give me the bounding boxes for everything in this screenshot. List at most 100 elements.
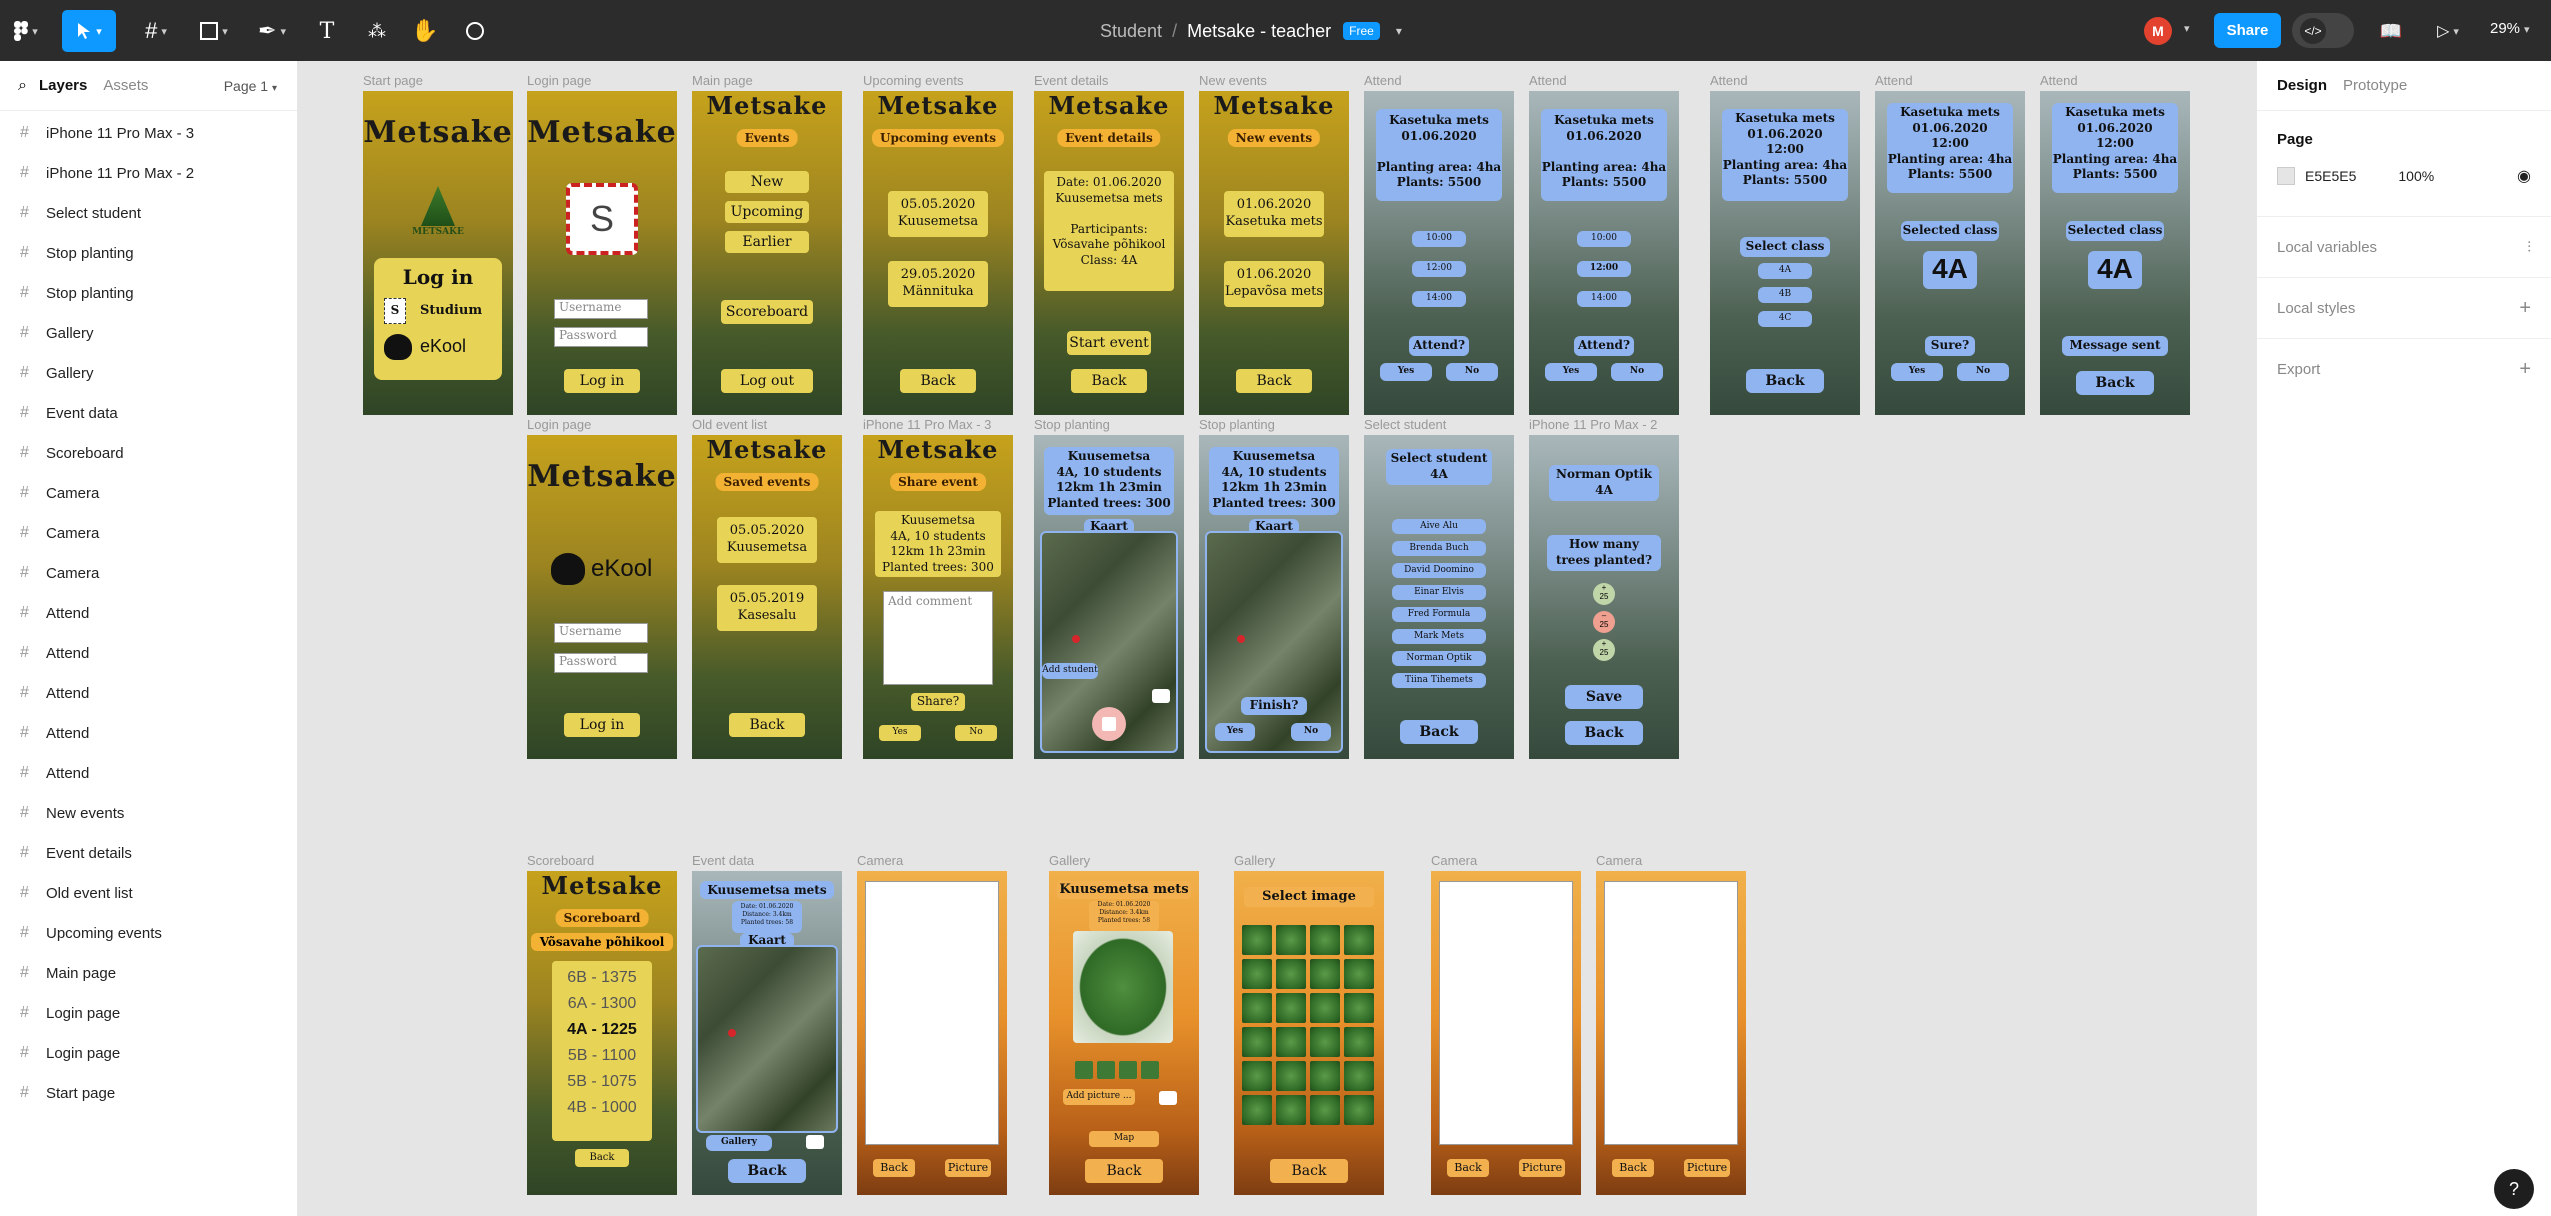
picture-button[interactable]: Picture — [945, 1159, 991, 1177]
image-thumbnail[interactable] — [1276, 1095, 1306, 1125]
file-name[interactable]: Metsake - teacher — [1187, 21, 1331, 42]
image-thumbnail[interactable] — [1344, 1095, 1374, 1125]
back-button[interactable]: Back — [1085, 1159, 1163, 1183]
student-option[interactable]: Norman Optik — [1392, 651, 1486, 666]
image-thumbnail[interactable] — [1242, 993, 1272, 1023]
layer-item[interactable]: # Start page — [0, 1073, 297, 1113]
back-button[interactable]: Back — [1236, 369, 1312, 393]
student-option[interactable]: Brenda Buch — [1392, 541, 1486, 556]
back-button[interactable]: Back — [2076, 371, 2154, 395]
frame-share-event[interactable]: iPhone 11 Pro Max - 3 Metsake Share even… — [863, 417, 1013, 759]
no-button[interactable]: No — [1291, 723, 1331, 741]
image-thumbnail[interactable] — [1310, 1095, 1340, 1125]
no-button[interactable]: No — [1957, 363, 2009, 381]
event-item[interactable]: 01.06.2020 Lepavõsa mets — [1224, 261, 1324, 307]
frame-event-data[interactable]: Event data Kuusemetsa mets Date: 01.06.2… — [692, 853, 842, 1195]
earlier-events-button[interactable]: Earlier — [725, 231, 809, 253]
help-button[interactable]: ? — [2494, 1169, 2534, 1209]
yes-button[interactable]: Yes — [1545, 363, 1597, 381]
shape-tool-button[interactable]: ▾ — [194, 16, 234, 46]
image-thumbnail[interactable] — [1242, 925, 1272, 955]
picture-button[interactable]: Picture — [1519, 1159, 1565, 1177]
layer-item[interactable]: # Attend — [0, 753, 297, 793]
frame-stop-planting-2[interactable]: Stop planting Kuusemetsa 4A, 10 students… — [1199, 417, 1349, 759]
image-thumbnail[interactable] — [1242, 1095, 1272, 1125]
image-thumbnail[interactable] — [1344, 925, 1374, 955]
picture-button[interactable]: Picture — [1684, 1159, 1730, 1177]
image-thumbnail[interactable] — [1310, 1027, 1340, 1057]
map-view[interactable] — [1205, 531, 1343, 753]
layer-item[interactable]: # Login page — [0, 1033, 297, 1073]
image-thumbnail[interactable] — [1310, 959, 1340, 989]
variables-icon[interactable]: ⫶ — [2527, 239, 2531, 256]
image-thumbnail[interactable] — [1276, 993, 1306, 1023]
back-button[interactable]: Back — [1071, 369, 1147, 393]
thumbnail[interactable] — [1141, 1061, 1159, 1079]
ekool-login-button[interactable]: eKool — [384, 334, 502, 360]
no-button[interactable]: No — [955, 725, 997, 741]
layer-item[interactable]: # Gallery — [0, 313, 297, 353]
class-option[interactable]: 4A — [1758, 263, 1812, 279]
camera-icon[interactable] — [806, 1135, 824, 1149]
event-item[interactable]: 05.05.2020 Kuusemetsa — [717, 517, 817, 563]
layer-item[interactable]: # Camera — [0, 513, 297, 553]
frame-gallery-2[interactable]: Gallery Select image Back — [1234, 853, 1384, 1195]
back-button[interactable]: Back — [1612, 1159, 1654, 1177]
image-thumbnail[interactable] — [1276, 925, 1306, 955]
layer-item[interactable]: # Attend — [0, 633, 297, 673]
dev-mode-toggle[interactable]: </> — [2292, 13, 2354, 48]
frame-camera-3[interactable]: Camera Back Picture — [1596, 853, 1746, 1195]
frame-attend-1[interactable]: Attend Kasetuka mets 01.06.2020 Planting… — [1364, 73, 1514, 415]
logout-button[interactable]: Log out — [721, 369, 813, 393]
library-button[interactable]: 📖 — [2376, 16, 2406, 46]
frame-gallery-1[interactable]: Gallery Kuusemetsa mets Date: 01.06.2020… — [1049, 853, 1199, 1195]
image-thumbnail[interactable] — [1276, 1027, 1306, 1057]
tab-prototype[interactable]: Prototype — [2343, 77, 2407, 94]
back-button[interactable]: Back — [729, 713, 805, 737]
pen-tool-button[interactable]: ✒ ▾ — [252, 16, 292, 46]
frame-attend-2[interactable]: Attend Kasetuka mets 01.06.2020 Planting… — [1529, 73, 1679, 415]
login-button[interactable]: Log in — [564, 369, 640, 393]
thumbnail[interactable] — [1075, 1061, 1093, 1079]
frame-new-events[interactable]: New events Metsake New events 01.06.2020… — [1199, 73, 1349, 415]
page-color-opacity[interactable]: 100% — [2398, 168, 2434, 184]
time-slot[interactable]: 12:00 — [1412, 261, 1466, 277]
student-option[interactable]: David Doomino — [1392, 563, 1486, 578]
chevron-down-icon[interactable]: ▾ — [1396, 24, 1402, 38]
frame-main-page[interactable]: Main page Metsake Events New Upcoming Ea… — [692, 73, 842, 415]
event-item[interactable]: 05.05.2020 Kuusemetsa — [888, 191, 988, 237]
decrement-button[interactable]: +25 — [1593, 639, 1615, 661]
back-button[interactable]: Back — [900, 369, 976, 393]
resources-button[interactable]: ⁂ — [362, 16, 392, 46]
frame-attend-5[interactable]: Attend Kasetuka mets 01.06.2020 12:00 Pl… — [2040, 73, 2190, 415]
frame-attend-3[interactable]: Attend Kasetuka mets 01.06.2020 12:00 Pl… — [1710, 73, 1860, 415]
back-button[interactable]: Back — [873, 1159, 915, 1177]
image-thumbnail[interactable] — [1344, 959, 1374, 989]
layer-item[interactable]: # Camera — [0, 553, 297, 593]
time-slot[interactable]: 14:00 — [1412, 291, 1466, 307]
back-button[interactable]: Back — [1746, 369, 1824, 393]
comment-field[interactable]: Add comment — [883, 591, 993, 685]
thumbnail[interactable] — [1097, 1061, 1115, 1079]
text-tool-button[interactable]: T — [312, 16, 342, 46]
back-button[interactable]: Back — [1565, 721, 1643, 745]
search-icon[interactable]: ⌕ — [18, 77, 27, 95]
tab-design[interactable]: Design — [2277, 77, 2327, 94]
upcoming-events-button[interactable]: Upcoming — [725, 201, 809, 223]
no-button[interactable]: No — [1611, 363, 1663, 381]
time-slot-selected[interactable]: 12:00 — [1577, 261, 1631, 277]
tab-assets[interactable]: Assets — [103, 77, 148, 94]
login-button[interactable]: Log in — [564, 713, 640, 737]
layer-item[interactable]: # Gallery — [0, 353, 297, 393]
map-button[interactable]: Map — [1089, 1131, 1159, 1147]
back-button[interactable]: Back — [728, 1159, 806, 1183]
layer-item[interactable]: # Upcoming events — [0, 913, 297, 953]
student-option[interactable]: Mark Mets — [1392, 629, 1486, 644]
image-thumbnail[interactable] — [1242, 1027, 1272, 1057]
image-thumbnail[interactable] — [1276, 1061, 1306, 1091]
frame-login-page-2[interactable]: Login page Metsake eKool Username Passwo… — [527, 417, 677, 759]
share-button[interactable]: Share — [2214, 13, 2281, 48]
frame-upcoming-events[interactable]: Upcoming events Metsake Upcoming events … — [863, 73, 1013, 415]
layer-item[interactable]: # Attend — [0, 673, 297, 713]
thumbnail[interactable] — [1119, 1061, 1137, 1079]
